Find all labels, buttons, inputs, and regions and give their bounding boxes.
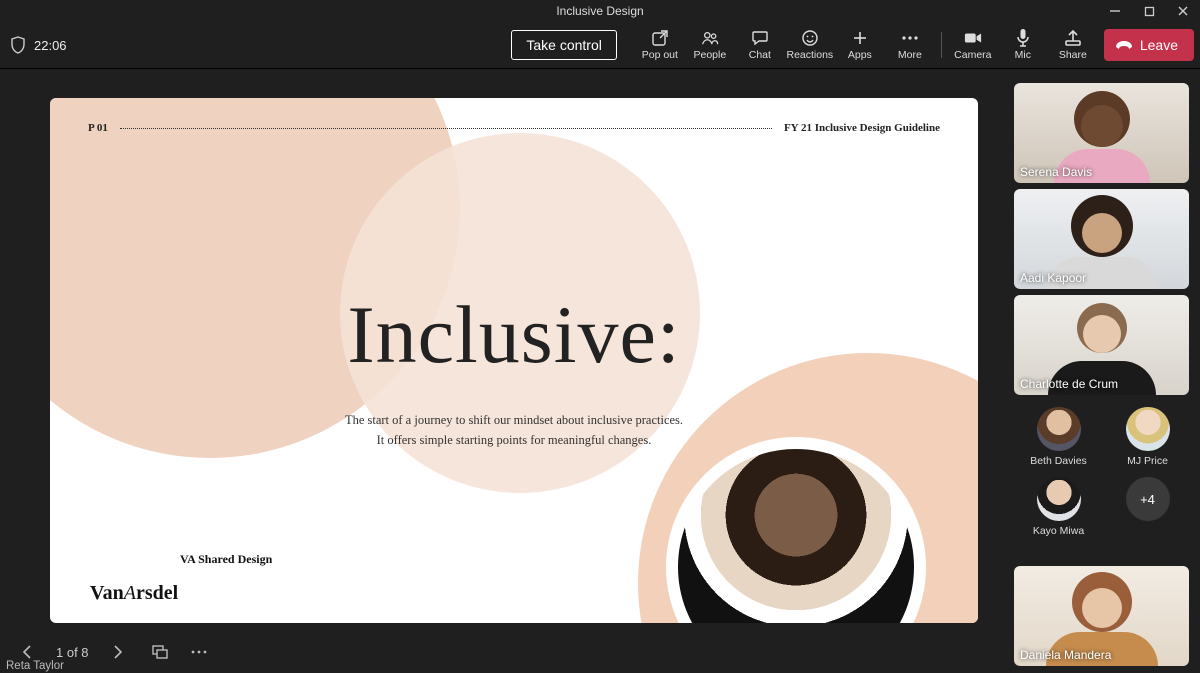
more-button[interactable]: More (885, 24, 935, 66)
participant-avatars: Beth Davies MJ Price Kayo Miwa +4 (1014, 401, 1192, 537)
leave-button[interactable]: Leave (1104, 29, 1194, 61)
window-controls (1098, 0, 1200, 22)
people-icon (701, 29, 719, 47)
slide-header: P 01 FY 21 Inclusive Design Guideline (88, 122, 940, 134)
apps-button[interactable]: Apps (835, 24, 885, 66)
slide-header-right: FY 21 Inclusive Design Guideline (784, 122, 940, 134)
presentation-stage: P 01 FY 21 Inclusive Design Guideline In… (0, 69, 1010, 673)
participant-name: Serena Davis (1020, 165, 1092, 179)
participants-panel: Serena Davis Aadi Kapoor Charlotte de Cr… (1010, 69, 1200, 673)
brand-logo: VanArsdel VanArsdel (90, 582, 178, 605)
header-divider (120, 128, 772, 129)
camera-button[interactable]: Camera (948, 24, 998, 66)
participant-tile[interactable]: Charlotte de Crum (1014, 295, 1189, 395)
grid-view-button[interactable] (147, 639, 173, 665)
plus-icon (851, 29, 869, 47)
shield-icon (10, 36, 26, 54)
participant-avatar[interactable]: Beth Davies (1018, 407, 1100, 467)
participant-avatar[interactable]: MJ Price (1107, 407, 1189, 467)
slide-counter: 1 of 8 (56, 645, 89, 660)
next-slide-button[interactable] (105, 639, 131, 665)
pop-out-icon (651, 29, 669, 47)
window-title: Inclusive Design (556, 4, 643, 18)
content-area: P 01 FY 21 Inclusive Design Guideline In… (0, 69, 1200, 673)
slide-caption: VA Shared Design (180, 552, 272, 567)
minimize-button[interactable] (1098, 0, 1132, 22)
meeting-timer: 22:06 (34, 38, 67, 53)
reactions-button[interactable]: Reactions (785, 24, 835, 66)
self-view-tile[interactable]: Daniela Mandera (1014, 566, 1189, 666)
participant-name: Daniela Mandera (1020, 648, 1111, 662)
pop-out-button[interactable]: Pop out (635, 24, 685, 66)
slide-more-button[interactable] (189, 639, 209, 665)
mic-icon (1014, 29, 1032, 47)
more-icon (901, 29, 919, 47)
mic-button[interactable]: Mic (998, 24, 1048, 66)
meeting-toolbar: 22:06 Take control Pop out People Chat (0, 22, 1200, 69)
presenter-name: Reta Taylor (6, 660, 64, 672)
leave-icon (1114, 38, 1134, 52)
camera-icon (964, 29, 982, 47)
reactions-icon (801, 29, 819, 47)
page-marker: P 01 (88, 122, 108, 134)
chat-button[interactable]: Chat (735, 24, 785, 66)
participant-name: Aadi Kapoor (1020, 271, 1086, 285)
share-icon (1064, 29, 1082, 47)
participant-tile[interactable]: Serena Davis (1014, 83, 1189, 183)
people-button[interactable]: People (685, 24, 735, 66)
title-bar: Inclusive Design (0, 0, 1200, 22)
participant-overflow[interactable]: +4 (1107, 477, 1189, 537)
participant-avatar[interactable]: Kayo Miwa (1018, 477, 1100, 537)
slide-title: Inclusive: (50, 288, 978, 382)
share-button[interactable]: Share (1048, 24, 1098, 66)
take-control-button[interactable]: Take control (511, 30, 616, 60)
participant-name: Charlotte de Crum (1020, 377, 1118, 391)
toolbar-divider (941, 32, 942, 58)
chat-icon (751, 29, 769, 47)
shared-slide[interactable]: P 01 FY 21 Inclusive Design Guideline In… (50, 98, 978, 623)
close-button[interactable] (1166, 0, 1200, 22)
slide-navigation: 1 of 8 (0, 630, 1010, 673)
participant-tile[interactable]: Aadi Kapoor (1014, 189, 1189, 289)
maximize-button[interactable] (1132, 0, 1166, 22)
